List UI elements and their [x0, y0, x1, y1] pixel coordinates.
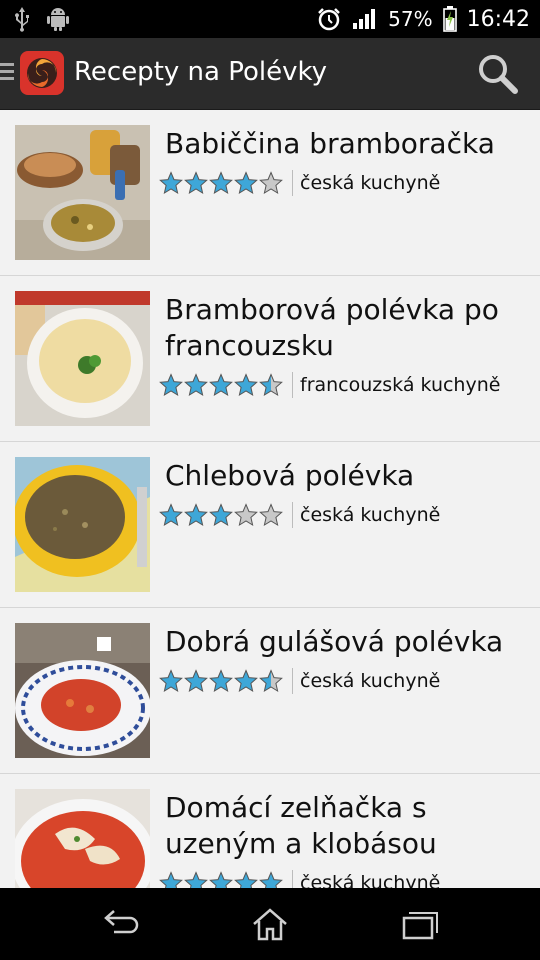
recipe-title: Domácí zelňačka s uzeným a klobásou — [165, 791, 437, 860]
back-icon[interactable] — [100, 906, 140, 942]
list-item[interactable]: Dobrá gulášová polévka česká kuchyně — [0, 608, 540, 774]
star-full-icon — [159, 171, 183, 195]
app-logo-icon[interactable] — [20, 51, 64, 95]
divider — [292, 870, 293, 888]
star-full-icon — [184, 871, 208, 888]
star-full-icon — [209, 503, 233, 527]
signal-icon — [353, 9, 376, 29]
star-half-icon — [259, 669, 283, 693]
star-empty-icon — [259, 171, 283, 195]
rating-stars — [159, 503, 283, 527]
recipe-meta: francouzská kuchyně — [159, 372, 500, 398]
star-full-icon — [209, 669, 233, 693]
recent-apps-icon[interactable] — [400, 906, 440, 942]
list-item[interactable]: Babiččina bramboračka česká kuchyně — [0, 110, 540, 276]
rating-stars — [159, 373, 283, 397]
bramboracka-photo — [15, 125, 150, 260]
drawer-menu-icon[interactable] — [0, 63, 14, 83]
recipe-list[interactable]: Babiččina bramboračka česká kuchyně Bram… — [0, 110, 540, 888]
rating-stars — [159, 171, 283, 195]
goulash-soup-photo — [15, 623, 150, 758]
list-item[interactable]: Domácí zelňačka s uzeným a klobásou česk… — [0, 774, 540, 888]
star-full-icon — [234, 669, 258, 693]
list-item[interactable]: Chlebová polévka česká kuchyně — [0, 442, 540, 608]
cuisine-label: česká kuchyně — [300, 504, 441, 526]
recipe-title: Dobrá gulášová polévka — [165, 625, 504, 658]
recipe-title: Bramborová polévka po francouzsku — [165, 293, 499, 362]
search-icon[interactable] — [476, 52, 520, 96]
home-icon[interactable] — [250, 906, 290, 942]
android-debug-icon — [47, 8, 69, 31]
star-full-icon — [159, 373, 183, 397]
navigation-bar — [0, 888, 540, 960]
divider — [292, 170, 293, 196]
rating-stars — [159, 871, 283, 888]
status-bar: 57% 16:42 — [0, 0, 540, 38]
recipe-meta: česká kuchyně — [159, 870, 440, 888]
star-full-icon — [159, 871, 183, 888]
star-empty-icon — [234, 503, 258, 527]
alarm-icon — [318, 8, 341, 31]
divider — [292, 372, 293, 398]
star-empty-icon — [259, 503, 283, 527]
star-full-icon — [259, 871, 283, 888]
clock: 16:42 — [466, 6, 530, 32]
star-full-icon — [209, 871, 233, 888]
star-full-icon — [209, 171, 233, 195]
list-item[interactable]: Bramborová polévka po francouzsku franco… — [0, 276, 540, 442]
action-bar: Recepty na Polévky — [0, 38, 540, 110]
french-potato-soup-photo — [15, 291, 150, 426]
star-half-icon — [259, 373, 283, 397]
cabbage-soup-photo — [15, 789, 150, 888]
recipe-title: Babiččina bramboračka — [165, 127, 495, 160]
rating-stars — [159, 669, 283, 693]
recipe-meta: česká kuchyně — [159, 668, 440, 694]
star-full-icon — [234, 871, 258, 888]
divider — [292, 668, 293, 694]
star-full-icon — [234, 373, 258, 397]
star-full-icon — [159, 669, 183, 693]
battery-percent: 57% — [388, 7, 433, 31]
star-full-icon — [234, 171, 258, 195]
star-full-icon — [184, 373, 208, 397]
cuisine-label: česká kuchyně — [300, 670, 441, 692]
usb-icon — [15, 7, 29, 32]
cuisine-label: česká kuchyně — [300, 172, 441, 194]
battery-charging-icon — [442, 6, 457, 32]
divider — [292, 502, 293, 528]
star-full-icon — [184, 669, 208, 693]
app-title: Recepty na Polévky — [74, 57, 327, 87]
star-full-icon — [184, 503, 208, 527]
star-full-icon — [184, 171, 208, 195]
cuisine-label: francouzská kuchyně — [300, 374, 501, 396]
recipe-meta: česká kuchyně — [159, 502, 440, 528]
cuisine-label: česká kuchyně — [300, 872, 441, 888]
star-full-icon — [159, 503, 183, 527]
bread-soup-photo — [15, 457, 150, 592]
recipe-meta: česká kuchyně — [159, 170, 440, 196]
star-full-icon — [209, 373, 233, 397]
recipe-title: Chlebová polévka — [165, 459, 415, 492]
